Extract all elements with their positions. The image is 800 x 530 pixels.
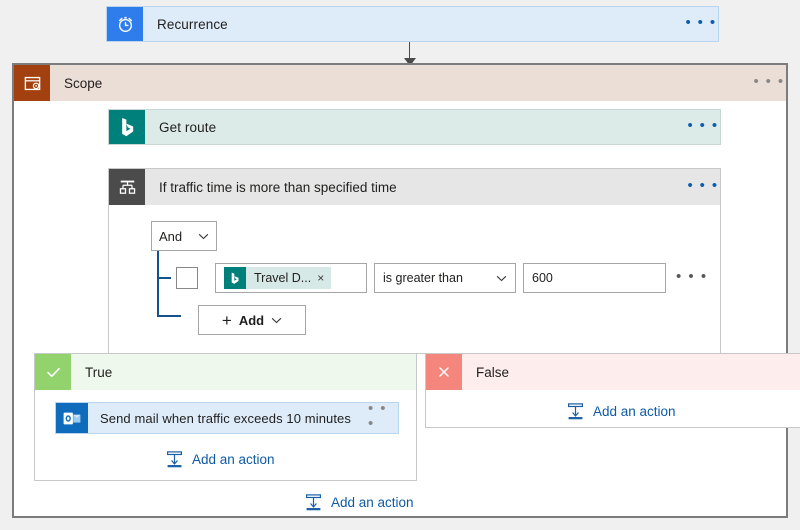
get-route-menu-button[interactable]: • • • <box>686 110 720 144</box>
branch-true-label: True <box>71 354 416 390</box>
add-action-true-button[interactable]: Add an action <box>165 450 275 469</box>
add-condition-label: Add <box>239 313 264 328</box>
outlook-icon <box>56 403 88 433</box>
branch-false-label: False <box>462 354 800 390</box>
get-route-action-card[interactable]: Get route • • • <box>108 109 721 145</box>
logic-operator-label: And <box>159 229 191 244</box>
add-action-false-button[interactable]: Add an action <box>566 402 676 421</box>
add-action-false-label: Add an action <box>593 404 676 419</box>
recurrence-menu-button[interactable]: • • • <box>684 7 718 41</box>
remove-token-icon[interactable]: × <box>317 271 331 285</box>
branch-true-header: True <box>35 354 416 390</box>
dynamic-content-token[interactable]: Travel D... × <box>224 267 331 289</box>
checkmark-icon <box>35 354 71 390</box>
add-condition-button[interactable]: + Add <box>198 305 306 335</box>
condition-connector-row <box>157 277 171 279</box>
cross-icon <box>426 354 462 390</box>
condition-row-checkbox[interactable] <box>176 267 198 289</box>
scope-title: Scope <box>50 65 752 101</box>
condition-connector-vertical <box>157 251 159 315</box>
branch-false: False Add an action <box>425 353 800 428</box>
condition-branch-icon <box>109 169 145 205</box>
condition-row-menu-button[interactable]: • • • <box>676 268 708 289</box>
condition-operator-dropdown[interactable]: is greater than <box>374 263 516 293</box>
condition-header[interactable]: If traffic time is more than specified t… <box>109 169 720 205</box>
scope-header[interactable]: Scope • • • <box>14 65 786 101</box>
add-action-icon <box>165 450 184 469</box>
add-action-scope-label: Add an action <box>331 495 414 510</box>
bing-maps-icon <box>224 267 246 289</box>
add-action-icon <box>304 493 323 512</box>
condition-block: If traffic time is more than specified t… <box>108 168 721 354</box>
get-route-title: Get route <box>145 110 686 144</box>
chevron-down-icon <box>496 275 507 282</box>
bing-maps-icon <box>109 110 145 144</box>
condition-title: If traffic time is more than specified t… <box>145 169 686 205</box>
condition-value-text: 600 <box>532 271 553 285</box>
add-action-scope-button[interactable]: Add an action <box>304 493 414 512</box>
chevron-down-icon <box>271 317 282 324</box>
condition-value-input[interactable]: 600 <box>523 263 666 293</box>
branch-false-header: False <box>426 354 800 390</box>
send-mail-title: Send mail when traffic exceeds 10 minute… <box>88 403 368 433</box>
logic-operator-dropdown[interactable]: And <box>151 221 217 251</box>
chevron-down-icon <box>198 233 209 240</box>
plus-icon: + <box>222 312 232 329</box>
condition-menu-button[interactable]: • • • <box>686 169 720 205</box>
recurrence-title: Recurrence <box>143 7 684 41</box>
condition-connector-add <box>157 315 181 317</box>
alarm-clock-icon <box>107 7 143 41</box>
condition-row: Travel D... × is greater than 600 • • • <box>176 263 720 293</box>
scope-window-gear-icon <box>14 65 50 101</box>
condition-left-operand-field[interactable]: Travel D... × <box>215 263 367 293</box>
condition-body: And Travel D... × <box>109 205 720 353</box>
scope-container: Scope • • • Get route • • • If tr <box>12 63 788 518</box>
scope-menu-button[interactable]: • • • <box>752 65 786 101</box>
branch-true: True Send mail when traffic exceeds 10 m… <box>34 353 417 481</box>
add-action-true-label: Add an action <box>192 452 275 467</box>
add-action-icon <box>566 402 585 421</box>
send-mail-action-card[interactable]: Send mail when traffic exceeds 10 minute… <box>55 402 399 434</box>
recurrence-trigger-card[interactable]: Recurrence • • • <box>106 6 719 42</box>
token-label: Travel D... <box>246 271 317 285</box>
condition-operator-label: is greater than <box>383 271 489 285</box>
send-mail-menu-button[interactable]: • • • <box>368 403 398 433</box>
